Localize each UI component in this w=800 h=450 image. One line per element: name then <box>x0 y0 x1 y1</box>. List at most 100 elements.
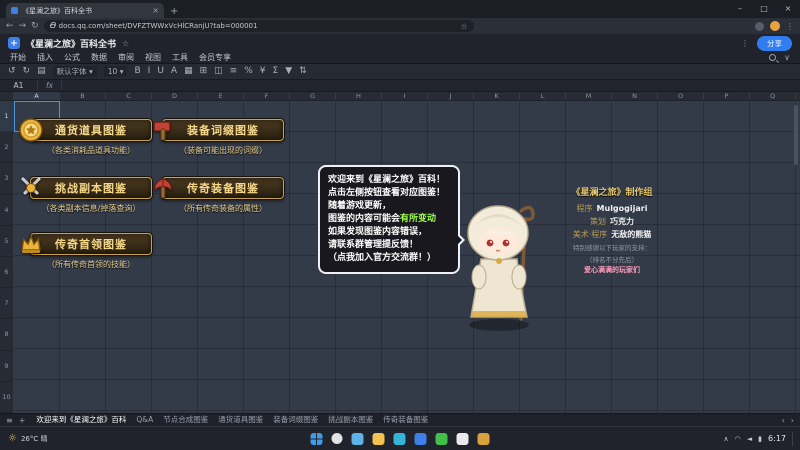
browser-tab[interactable]: 《星澜之旅》百科全书 × <box>6 3 164 18</box>
maximize-button[interactable]: □ <box>752 0 776 18</box>
row-header-7[interactable]: 7 <box>0 288 13 320</box>
profile-avatar[interactable] <box>770 21 780 31</box>
format-painter-icon[interactable]: ▤ <box>37 67 46 76</box>
column-header-O[interactable]: O <box>658 92 704 100</box>
share-button[interactable]: 分享 <box>757 35 792 51</box>
sum-icon[interactable]: Σ <box>273 67 279 76</box>
row-header-6[interactable]: 6 <box>0 257 13 289</box>
taskbar-search-icon[interactable] <box>331 433 343 444</box>
undo-icon[interactable]: ↺ <box>8 67 16 76</box>
sort-icon[interactable]: ⇅ <box>299 67 307 76</box>
back-icon[interactable]: ← <box>6 21 14 31</box>
tray-icon-1[interactable]: ◠ <box>735 435 741 443</box>
collapse-toolbar-icon[interactable]: ∨ <box>784 53 790 62</box>
row-header-9[interactable]: 9 <box>0 351 13 382</box>
row-header-4[interactable]: 4 <box>0 195 13 226</box>
column-header-A[interactable]: A <box>14 92 60 100</box>
show-desktop-button[interactable] <box>792 431 794 446</box>
menu-item-1[interactable]: 插入 <box>37 52 53 63</box>
menu-item-7[interactable]: 会员专享 <box>199 52 231 63</box>
menu-item-5[interactable]: 视图 <box>145 52 161 63</box>
column-header-F[interactable]: F <box>244 92 290 100</box>
column-header-G[interactable]: G <box>290 92 336 100</box>
menu-item-6[interactable]: 工具 <box>172 52 188 63</box>
column-header-Q[interactable]: Q <box>750 92 796 100</box>
formula-input[interactable] <box>62 80 800 91</box>
bold-icon[interactable]: B <box>134 67 140 76</box>
taskbar-qq-app-icon[interactable] <box>456 432 469 445</box>
column-header-B[interactable]: B <box>60 92 106 100</box>
tray-icon-0[interactable]: ∧ <box>724 435 729 443</box>
tab-close-icon[interactable]: × <box>152 6 159 15</box>
taskbar-wechat-icon[interactable] <box>435 432 448 445</box>
filter-icon[interactable]: ▼ <box>285 67 292 76</box>
row-header-2[interactable]: 2 <box>0 132 13 164</box>
font-size-select[interactable]: 10 ▾ <box>103 65 128 78</box>
row-header-1[interactable]: 1 <box>0 101 13 133</box>
menu-item-4[interactable]: 审阅 <box>118 52 134 63</box>
column-header-I[interactable]: I <box>382 92 428 100</box>
column-header-H[interactable]: H <box>336 92 382 100</box>
mascot-character[interactable] <box>455 193 543 337</box>
italic-icon[interactable]: I <box>148 67 151 76</box>
row-header-5[interactable]: 5 <box>0 226 13 257</box>
column-header-E[interactable]: E <box>198 92 244 100</box>
address-bar[interactable]: docs.qq.com/sheet/DVFZTWWxVcHlCRanjU?tab… <box>43 20 474 32</box>
doc-more-icon[interactable]: ⋮ <box>741 39 749 48</box>
legendary-equip-button[interactable]: 传奇装备图鉴 <box>154 177 284 199</box>
row-header-3[interactable]: 3 <box>0 163 13 195</box>
browser-menu-icon[interactable]: ⋮ <box>786 22 794 31</box>
tray-icon-3[interactable]: ▮ <box>758 435 762 443</box>
equip-affix-button[interactable]: 装备词缀图鉴 <box>153 119 284 141</box>
minimize-button[interactable]: – <box>728 0 752 18</box>
borders-icon[interactable]: ⊞ <box>200 67 208 76</box>
redo-icon[interactable]: ↻ <box>23 67 31 76</box>
currency-icon[interactable]: ¥ <box>260 67 266 76</box>
cell-reference[interactable]: A1 <box>0 81 38 90</box>
currency-items-button[interactable]: 通货道具图鉴 <box>19 118 152 142</box>
clock[interactable]: 6:17 <box>768 434 786 443</box>
tencent-docs-logo[interactable] <box>8 37 20 49</box>
bookmark-star-icon[interactable]: ☆ <box>460 22 467 31</box>
menu-item-2[interactable]: 公式 <box>64 52 80 63</box>
refresh-icon[interactable]: ↻ <box>31 21 39 31</box>
percent-icon[interactable]: % <box>244 67 253 76</box>
column-header-M[interactable]: M <box>566 92 612 100</box>
tab-prev-icon[interactable]: ‹ <box>782 416 785 425</box>
row-header-10[interactable]: 10 <box>0 382 13 413</box>
fill-color-icon[interactable]: ▦ <box>184 67 193 76</box>
taskbar-tencent-docs-icon[interactable] <box>414 432 427 445</box>
join-group-link[interactable]: （点我加入官方交流群！） <box>328 252 450 265</box>
align-icon[interactable]: ≡ <box>230 67 238 76</box>
taskbar-game-app-icon[interactable] <box>477 432 490 445</box>
new-tab-button[interactable]: + <box>170 6 178 17</box>
underline-icon[interactable]: U <box>157 67 164 76</box>
add-sheet-icon[interactable]: + <box>19 416 26 425</box>
legendary-boss-button[interactable]: 传奇首领图鉴 <box>21 233 152 255</box>
tab-next-icon[interactable]: › <box>791 416 794 425</box>
text-color-icon[interactable]: A <box>171 67 177 76</box>
vertical-scrollbar[interactable] <box>794 105 798 165</box>
row-header-8[interactable]: 8 <box>0 319 13 351</box>
taskbar-task-view-icon[interactable] <box>351 432 364 445</box>
tray-icon-2[interactable]: ◄ <box>747 435 752 443</box>
merge-cells-icon[interactable]: ◫ <box>214 67 223 76</box>
font-select[interactable]: 默认字体 ▾ <box>52 65 97 78</box>
column-header-K[interactable]: K <box>474 92 520 100</box>
menu-item-3[interactable]: 数据 <box>91 52 107 63</box>
taskbar-start-icon[interactable] <box>310 432 323 445</box>
search-icon[interactable] <box>769 54 777 61</box>
column-header-P[interactable]: P <box>704 92 750 100</box>
extension-icon[interactable] <box>755 21 764 31</box>
select-all-corner[interactable] <box>0 92 14 100</box>
favorite-star-icon[interactable]: ☆ <box>122 39 129 48</box>
column-header-C[interactable]: C <box>106 92 152 100</box>
column-header-L[interactable]: L <box>520 92 566 100</box>
column-header-J[interactable]: J <box>428 92 474 100</box>
spreadsheet-grid[interactable]: 1 2 3 4 5 6 7 8 9 10 通货道具图鉴 （各类消耗品道具功能） 装备词缀图鉴 （装… <box>0 101 800 413</box>
menu-item-0[interactable]: 开始 <box>10 52 26 63</box>
column-header-N[interactable]: N <box>612 92 658 100</box>
forward-icon[interactable]: → <box>19 21 27 31</box>
sheet-list-icon[interactable]: ≡ <box>6 416 13 425</box>
challenge-dungeon-button[interactable]: 挑战副本图鉴 <box>21 177 152 199</box>
